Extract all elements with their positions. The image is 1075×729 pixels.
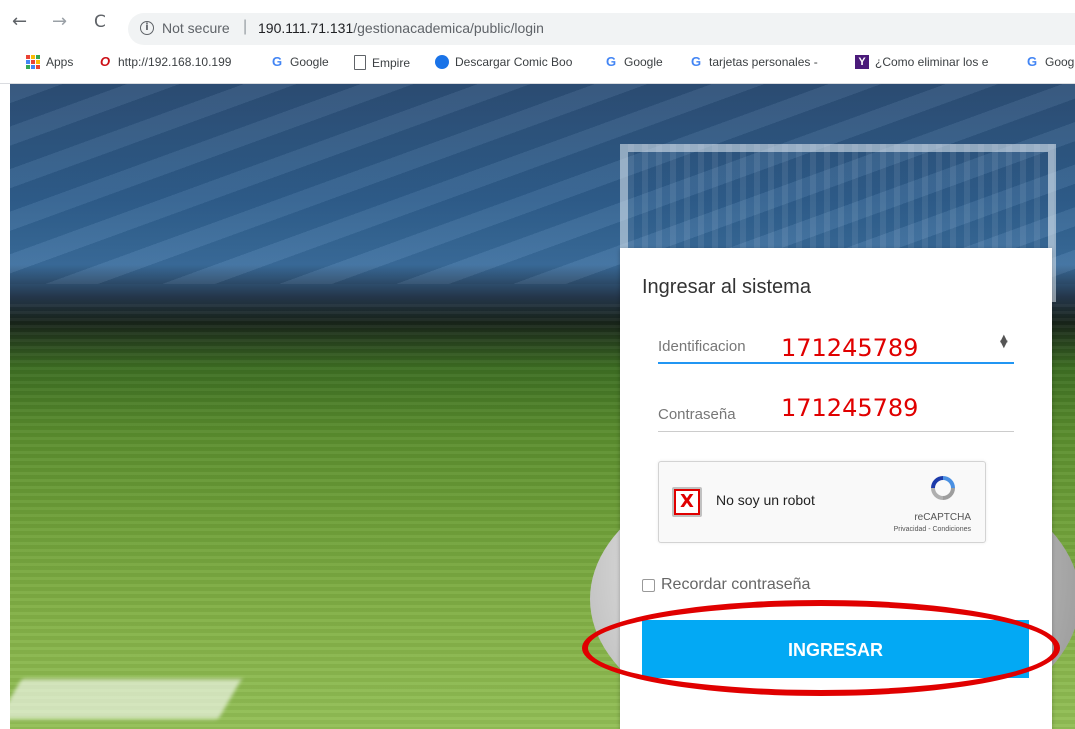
apps-grid-icon [26,55,40,69]
bookmark-label: http://192.168.10.199 [118,55,232,69]
bookmark-label: Empire [372,55,411,70]
captcha-annotation-mark: X [674,489,700,515]
id-field-label: Identificacion [658,338,746,355]
bookmark-google-1[interactable]: G Google [270,55,329,69]
bookmark-google-3[interactable]: G Goog [1025,55,1075,69]
remember-label: Recordar contraseña [661,576,811,593]
comic-icon [435,55,449,69]
id-field[interactable] [658,362,1014,364]
url-path: /gestionacademica/public/login [353,20,544,36]
google-icon: G [690,55,702,69]
bookmark-opera[interactable]: O http://192.168.10.199 [98,55,258,69]
url-host: 190.111.71.131 [258,20,354,36]
back-icon[interactable]: ← [12,12,27,32]
bookmark-empire[interactable]: Empire [354,55,410,70]
bookmark-label: Descargar Comic Boo [455,55,573,69]
login-title: Ingresar al sistema [642,276,811,298]
google-icon: G [271,55,283,69]
password-field-label: Contraseña [658,406,736,423]
bookmark-apps[interactable]: Apps [26,55,73,69]
document-icon [354,55,366,70]
recaptcha-checkbox[interactable]: X [672,487,702,517]
login-submit-button[interactable]: INGRESAR [642,620,1029,678]
recaptcha-links[interactable]: Privacidad - Condiciones [894,526,971,533]
recaptcha-widget: X No soy un robot reCAPTCHA Privacidad -… [658,461,986,543]
bookmark-label: Google [290,55,329,69]
forward-icon[interactable]: → [52,12,67,32]
id-value-annotation: 171245789 [781,334,919,362]
login-card: Ingresar al sistema Identificacion ▲ ▼ Co… [620,248,1052,729]
yahoo-icon: Y [855,55,869,69]
remember-password[interactable]: Recordar contraseña [642,576,810,594]
info-icon[interactable]: i [140,21,154,35]
number-spinner-icon[interactable]: ▲ ▼ [1000,334,1008,350]
remember-checkbox[interactable] [642,578,655,592]
password-value-annotation: 171245789 [781,394,919,422]
google-icon: G [605,55,617,69]
browser-toolbar: ← → C i Not secure | 190.111.71.131/gest… [0,0,1075,45]
recaptcha-logo-icon [931,476,955,500]
bookmarks-bar: Apps O http://192.168.10.199 G Google Em… [0,45,1075,84]
bookmark-label: tarjetas personales - [709,55,818,69]
recaptcha-brand: reCAPTCHA [914,512,971,523]
address-bar[interactable]: i Not secure | 190.111.71.131/gestionaca… [128,13,1075,45]
google-icon: G [1026,55,1038,69]
bookmark-comic[interactable]: Descargar Comic Boo [435,55,585,69]
separator: | [243,18,248,35]
security-label: Not secure [162,20,230,36]
bookmark-label: ¿Como eliminar los e [875,55,989,69]
bookmark-yahoo[interactable]: Y ¿Como eliminar los e [855,55,1005,69]
bookmark-label: Apps [46,55,74,69]
opera-icon: O [99,55,111,69]
reload-icon[interactable]: C [94,12,106,32]
bookmark-label: Goog [1045,55,1075,69]
bookmark-tarjetas[interactable]: G tarjetas personales - [689,55,839,69]
bookmark-label: Google [624,55,663,69]
pitch-line [10,679,242,719]
bookmark-google-2[interactable]: G Google [604,55,663,69]
recaptcha-label: No soy un robot [716,492,815,508]
url-text[interactable]: 190.111.71.131/gestionacademica/public/l… [258,20,544,36]
password-field[interactable] [658,431,1014,432]
